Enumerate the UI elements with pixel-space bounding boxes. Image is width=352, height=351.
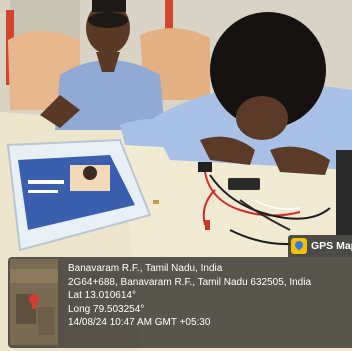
geotag-place: Banavaram R.F., Tamil Nadu, India (68, 263, 223, 274)
geotag-overlay: Banavaram R.F., Tamil Nadu, India 2G64+6… (8, 257, 352, 348)
gps-app-name: GPS Map (311, 240, 352, 252)
geotag-details: Banavaram R.F., Tamil Nadu, India 2G64+6… (68, 262, 348, 330)
photo-scene: GPS Map Banavaram R.F., Tamil Nadu, Indi… (0, 0, 352, 351)
gps-map-camera-badge: GPS Map (288, 235, 352, 257)
geotag-address: 2G64+688, Banavaram R.F., Tamil Nadu 632… (68, 276, 312, 288)
geotag-datetime: 14/08/24 10:47 AM GMT +05:30 (68, 317, 211, 329)
geotag-longitude: Long 79.503254° (68, 303, 145, 315)
map-thumbnail (10, 259, 58, 345)
geotag-latitude: Lat 13.010614° (68, 290, 136, 302)
gps-map-pin-icon (291, 238, 307, 254)
